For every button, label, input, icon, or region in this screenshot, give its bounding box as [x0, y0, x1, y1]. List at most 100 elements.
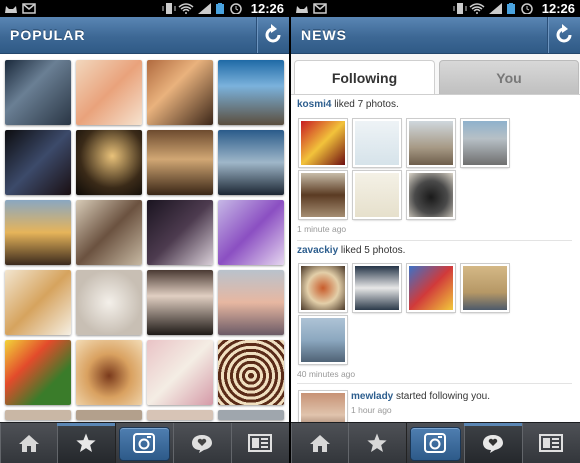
story-username[interactable]: mewlady [351, 391, 393, 402]
liked-photo-thumb[interactable] [299, 171, 347, 219]
photo-tile[interactable] [218, 60, 284, 125]
photo-tile[interactable] [5, 340, 71, 405]
nav-news[interactable] [464, 423, 523, 463]
photo-tile[interactable] [218, 270, 284, 335]
vibrate-icon [162, 3, 176, 14]
active-indicator [464, 423, 522, 426]
photo-tile[interactable] [76, 60, 142, 125]
photo-tile[interactable] [76, 130, 142, 195]
photo-tile[interactable] [218, 410, 284, 420]
popular-header: POPULAR [0, 17, 289, 54]
photo-tile[interactable] [5, 200, 71, 265]
speech-heart-icon [483, 435, 503, 453]
photo-tile[interactable] [218, 340, 284, 405]
star-icon [367, 433, 387, 452]
nav-home[interactable] [291, 423, 349, 463]
camera-icon [424, 433, 446, 453]
liked-photo-thumb[interactable] [407, 264, 455, 312]
nav-camera[interactable] [115, 423, 174, 463]
battery-icon [507, 3, 515, 14]
home-icon [18, 435, 39, 452]
cat-notification-icon [5, 6, 17, 13]
clock: 12:26 [250, 1, 284, 16]
liked-photo-thumb[interactable] [407, 171, 455, 219]
photo-tile[interactable] [76, 410, 142, 420]
home-icon [309, 435, 330, 452]
bottom-nav [291, 422, 580, 463]
divider [297, 383, 572, 384]
photo-tile[interactable] [5, 130, 71, 195]
story-timestamp: 1 hour ago [351, 405, 392, 415]
photo-tile[interactable] [147, 340, 213, 405]
refresh-icon [265, 24, 281, 43]
nav-camera[interactable] [406, 423, 465, 463]
photo-tile[interactable] [147, 410, 213, 420]
photo-tile[interactable] [76, 270, 142, 335]
photo-tile[interactable] [147, 270, 213, 335]
wifi-icon [178, 3, 194, 14]
liked-photo-thumb[interactable] [299, 316, 347, 364]
battery-icon [216, 3, 224, 14]
news-screen: 12:26 NEWS Following You kosmi4 liked 7 … [291, 0, 580, 463]
refresh-button[interactable] [547, 17, 580, 53]
cat-notification-icon [296, 6, 308, 13]
news-header: NEWS [291, 17, 580, 54]
tab-following[interactable]: Following [294, 60, 435, 95]
alarm-icon [230, 3, 242, 14]
profile-card-icon [248, 434, 272, 452]
refresh-icon [556, 24, 572, 43]
story-username[interactable]: kosmi4 [297, 99, 331, 110]
news-story: mewlady started following you. 1 hour ag… [351, 391, 572, 415]
photo-tile[interactable] [5, 60, 71, 125]
nav-home[interactable] [0, 423, 58, 463]
nav-news[interactable] [173, 423, 232, 463]
photo-tile[interactable] [76, 200, 142, 265]
photo-tile[interactable] [5, 410, 71, 420]
avatar[interactable] [299, 391, 347, 422]
refresh-button[interactable] [256, 17, 289, 53]
signal-icon [198, 3, 211, 14]
tab-you[interactable]: You [439, 60, 579, 96]
nav-profile[interactable] [522, 423, 580, 463]
news-story: kosmi4 liked 7 photos. [297, 99, 572, 110]
photo-tile[interactable] [218, 130, 284, 195]
active-indicator [57, 423, 115, 426]
liked-photo-thumb[interactable] [461, 264, 509, 312]
vibrate-icon [453, 3, 467, 14]
signal-icon [489, 3, 502, 14]
liked-photo-thumb[interactable] [407, 119, 455, 167]
story-username[interactable]: zavackiy [297, 245, 338, 256]
camera-icon [133, 433, 155, 453]
liked-photo-thumb[interactable] [353, 119, 401, 167]
liked-photo-thumb[interactable] [353, 171, 401, 219]
photo-tile[interactable] [218, 200, 284, 265]
bottom-nav [0, 422, 289, 463]
photo-tile[interactable] [76, 340, 142, 405]
speech-heart-icon [192, 435, 212, 453]
liked-photo-thumb[interactable] [353, 264, 401, 312]
liked-photo-thumb[interactable] [299, 119, 347, 167]
news-tabs: Following You [294, 60, 579, 96]
photo-tile[interactable] [147, 130, 213, 195]
page-title: NEWS [301, 27, 347, 43]
story-action: started following you. [393, 391, 490, 402]
alarm-icon [521, 3, 533, 14]
email-icon [313, 3, 327, 14]
profile-card-icon [539, 434, 563, 452]
nav-profile[interactable] [231, 423, 289, 463]
wifi-icon [469, 3, 485, 14]
photo-tile[interactable] [5, 270, 71, 335]
nav-popular[interactable] [348, 423, 407, 463]
story-timestamp: 1 minute ago [297, 224, 347, 234]
clock: 12:26 [541, 1, 575, 16]
email-icon [22, 3, 36, 14]
photo-tile[interactable] [147, 200, 213, 265]
news-feed: kosmi4 liked 7 photos. 1 minute ago zava… [291, 94, 580, 422]
liked-photo-thumb[interactable] [299, 264, 347, 312]
star-icon [76, 433, 96, 452]
status-bar: 12:26 [291, 0, 580, 17]
nav-popular[interactable] [57, 423, 116, 463]
photo-tile[interactable] [147, 60, 213, 125]
liked-photo-thumb[interactable] [461, 119, 509, 167]
story-timestamp: 40 minutes ago [297, 369, 356, 379]
